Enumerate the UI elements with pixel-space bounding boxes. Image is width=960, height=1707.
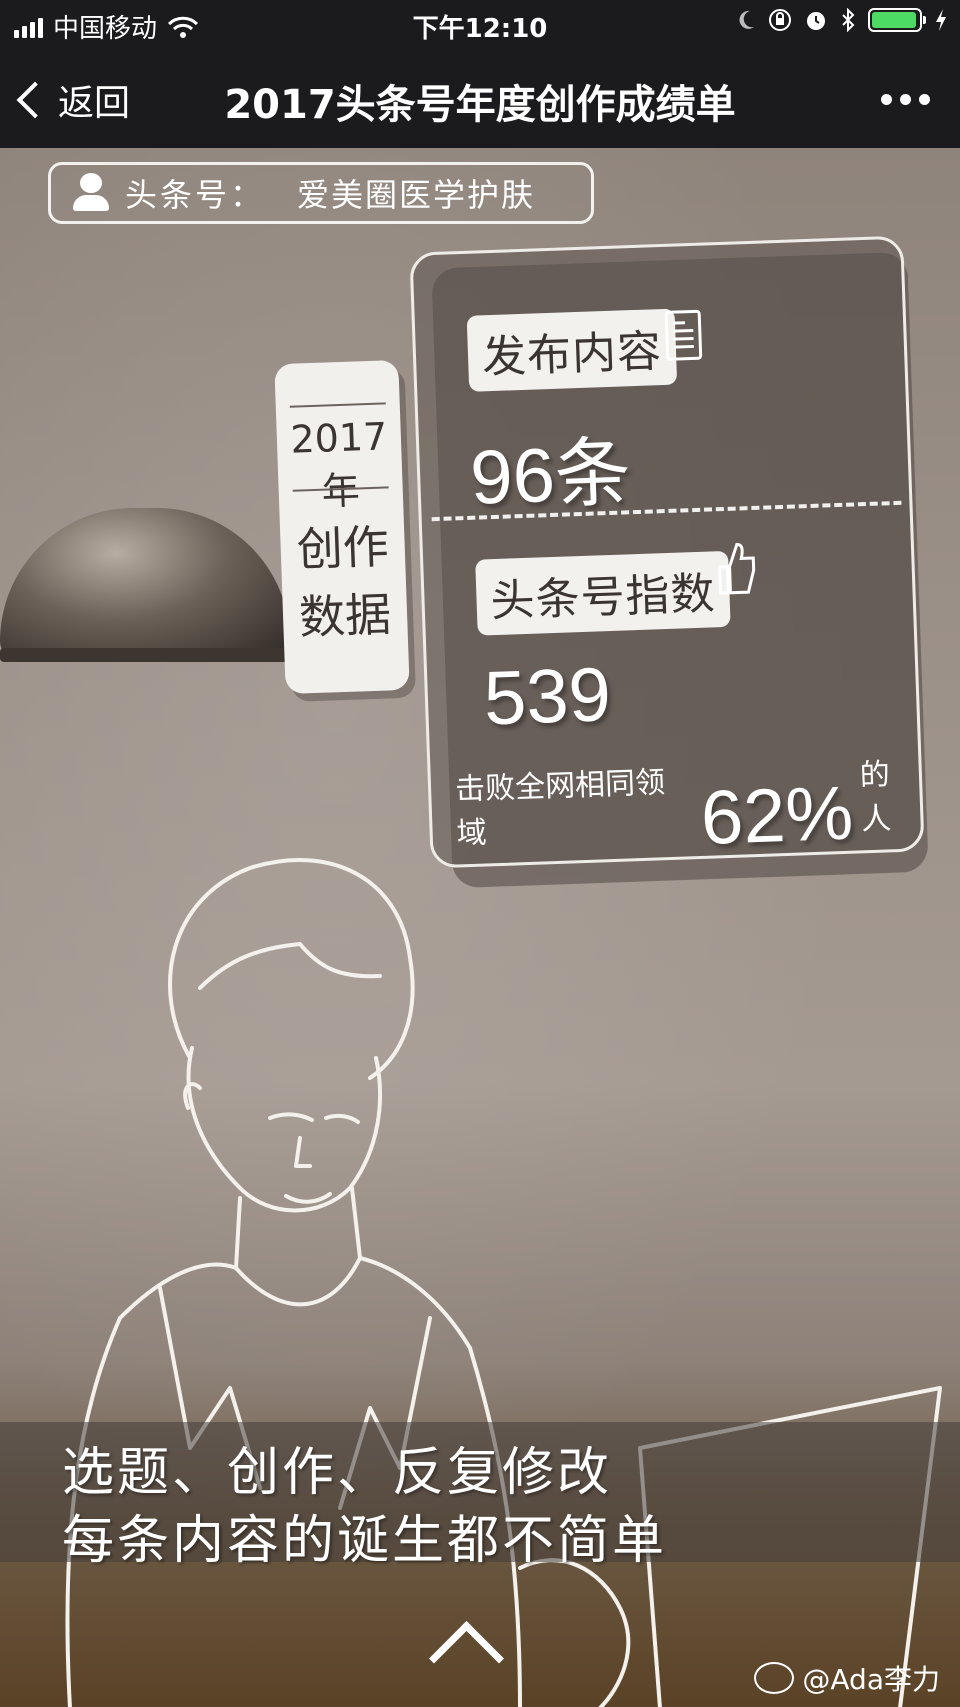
more-button[interactable] (881, 94, 930, 105)
index-value: 539 (482, 652, 613, 742)
watermark: @Ada李力 (754, 1658, 940, 1698)
year-card-line2: 数据 (298, 587, 393, 645)
charging-icon (936, 9, 946, 31)
person-sketch-illustration (65, 858, 942, 1707)
caption-band: 选题、创作、反复修改 每条内容的诞生都不简单 (0, 1422, 960, 1571)
year-card-line1: 创作 (295, 519, 390, 577)
year-card: 2017年 创作 数据 (274, 359, 410, 695)
account-name: 爱美圈医学护肤 (297, 176, 536, 214)
stats-panel: 发布内容 96条 头条号指数 539 击败全网相同领域 62% 的人 (409, 235, 925, 869)
battery-icon (868, 8, 926, 32)
status-bar: 中国移动 下午12:10 (0, 0, 960, 50)
bluetooth-icon (842, 8, 855, 32)
battery-level (872, 12, 916, 28)
year-label: 2017年 (289, 414, 388, 514)
news-icon (664, 309, 703, 361)
nav-bar: 返回 2017头条号年度创作成绩单 (0, 50, 960, 148)
divider (289, 402, 386, 408)
desk-lamp-rim (0, 648, 290, 662)
index-label: 头条号指数 (475, 550, 731, 636)
more-icon-dot (900, 94, 911, 105)
account-badge: 头条号： 爱美圈医学护肤 (48, 162, 594, 224)
watermark-text: @Ada李力 (802, 1663, 940, 1696)
orientation-lock-icon (769, 9, 791, 31)
account-label: 头条号： (125, 176, 266, 214)
page-title: 2017头条号年度创作成绩单 (224, 82, 736, 128)
beat-suffix: 的人 (859, 757, 892, 838)
moon-icon (739, 10, 754, 29)
caption-line1: 选题、创作、反复修改 (62, 1443, 613, 1503)
thumbs-up-icon (718, 543, 756, 595)
more-icon-dot (919, 94, 930, 105)
publish-label: 发布内容 (466, 308, 678, 392)
content-scene[interactable]: 头条号： 爱美圈医学护肤 2017年 创作 数据 发布内容 96条 头条号指数 … (0, 148, 960, 1707)
publish-value: 96条 (468, 430, 633, 521)
user-icon (71, 173, 111, 213)
alarm-icon (807, 12, 825, 30)
more-icon (881, 94, 892, 105)
year-card-title: 创作 数据 (280, 512, 409, 652)
status-right (736, 8, 948, 32)
weibo-icon (754, 1662, 795, 1694)
caption-line2: 每条内容的诞生都不简单 (62, 1511, 668, 1571)
